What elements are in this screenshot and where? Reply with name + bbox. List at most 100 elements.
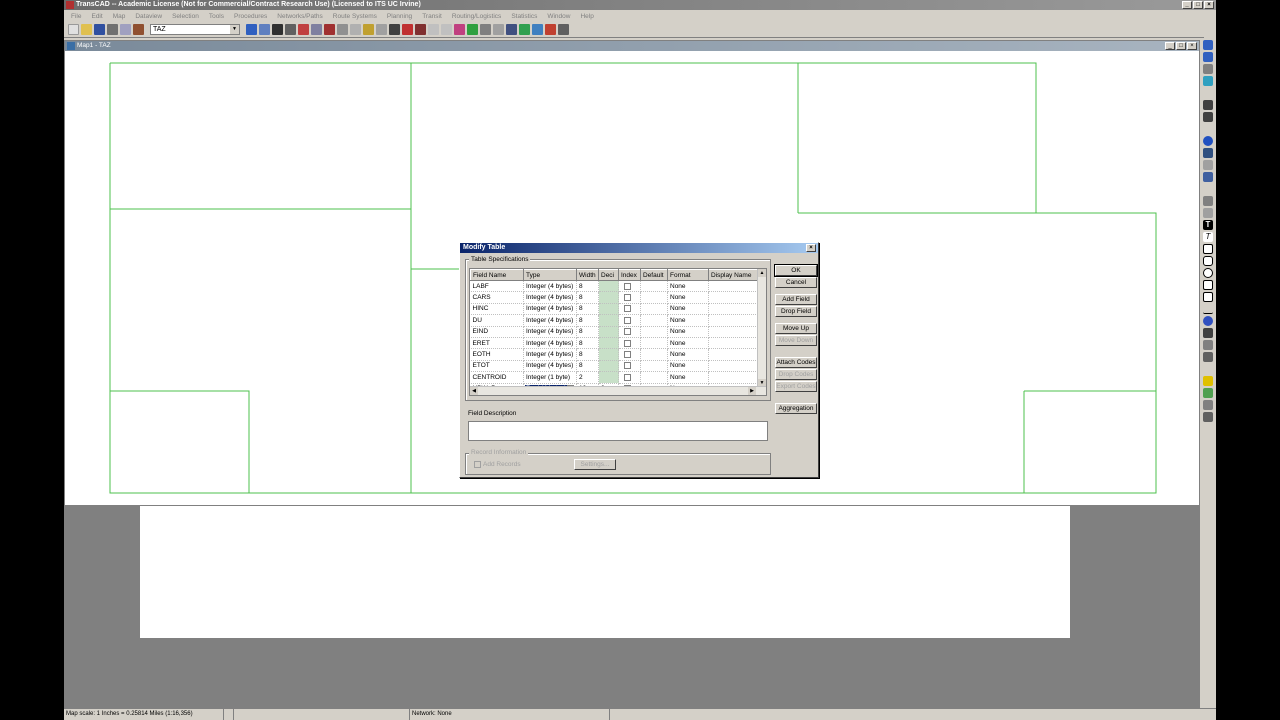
cell-default[interactable] xyxy=(640,280,668,293)
cell-type[interactable]: Integer (4 bytes) xyxy=(523,280,577,293)
layout-icon[interactable] xyxy=(337,24,348,35)
table-row[interactable]: EOTH Integer (4 bytes) 8 None xyxy=(470,348,760,361)
cell-deci[interactable] xyxy=(598,337,619,350)
redo-icon[interactable] xyxy=(441,24,452,35)
zoom-out-icon[interactable] xyxy=(1203,52,1213,62)
menu-selection[interactable]: Selection xyxy=(167,13,204,20)
open-icon[interactable] xyxy=(81,24,92,35)
index-checkbox[interactable] xyxy=(624,305,631,313)
cell-deci[interactable] xyxy=(598,280,619,293)
refresh-icon[interactable] xyxy=(1203,76,1213,86)
table-row[interactable]: CARS Integer (4 bytes) 8 None xyxy=(470,291,760,304)
cell-deci[interactable] xyxy=(598,326,619,338)
cell-format[interactable]: None xyxy=(667,348,709,361)
cell-field-name[interactable]: CARS xyxy=(470,291,524,304)
scale-icon[interactable] xyxy=(1203,112,1213,122)
cell-index[interactable] xyxy=(618,280,641,293)
cell-index[interactable] xyxy=(618,326,641,338)
cell-default[interactable] xyxy=(640,337,668,350)
layer-select[interactable]: TAZ ▼ xyxy=(150,24,240,35)
index-checkbox[interactable] xyxy=(624,362,631,370)
menu-procedures[interactable]: Procedures xyxy=(229,13,272,20)
cell-width[interactable]: 8 xyxy=(576,348,599,361)
cell-width[interactable]: 8 xyxy=(576,360,599,373)
delete-icon[interactable] xyxy=(415,24,426,35)
cell-default[interactable] xyxy=(640,348,668,361)
cell-format[interactable]: None xyxy=(667,280,709,293)
drop-field-button[interactable]: Drop Field xyxy=(775,306,817,317)
index-checkbox[interactable] xyxy=(624,316,631,324)
cell-default[interactable] xyxy=(640,326,668,338)
menu-statistics[interactable]: Statistics xyxy=(506,13,542,20)
cell-width[interactable]: 2 xyxy=(576,371,599,384)
cell-field-name[interactable]: LABF xyxy=(470,280,524,293)
cell-default[interactable] xyxy=(640,371,668,384)
target-icon[interactable] xyxy=(454,24,465,35)
pan-icon[interactable] xyxy=(1203,64,1213,74)
cell-display-name[interactable] xyxy=(708,348,760,361)
col-type[interactable]: Type xyxy=(523,269,577,281)
minimize-icon[interactable]: _ xyxy=(1182,1,1192,9)
cell-format[interactable]: None xyxy=(667,314,709,327)
cell-field-name[interactable]: HINC xyxy=(470,303,524,316)
cell-type[interactable]: Integer (4 bytes) xyxy=(523,291,577,304)
cell-field-name[interactable]: EIND xyxy=(470,326,524,338)
cut-icon[interactable] xyxy=(272,24,283,35)
close-icon[interactable]: × xyxy=(1204,1,1214,9)
cell-index[interactable] xyxy=(618,303,641,316)
cell-deci[interactable] xyxy=(598,360,619,373)
select-layer-icon[interactable] xyxy=(1203,172,1213,182)
move-up-button[interactable]: Move Up xyxy=(775,323,817,334)
attach-codes-button[interactable]: Attach Codes xyxy=(775,357,817,368)
cell-type[interactable]: Integer (4 bytes) xyxy=(523,303,577,316)
index-checkbox[interactable] xyxy=(624,282,631,290)
legend-icon[interactable] xyxy=(1203,388,1213,398)
dataview-icon[interactable] xyxy=(246,24,257,35)
preview-icon[interactable] xyxy=(120,24,131,35)
add-records-checkbox[interactable] xyxy=(474,461,481,468)
menu-map[interactable]: Map xyxy=(108,13,131,20)
cell-type[interactable]: Integer (1 byte) xyxy=(523,371,577,384)
flag-icon[interactable] xyxy=(402,24,413,35)
grid-icon[interactable] xyxy=(311,24,322,35)
cell-index[interactable] xyxy=(618,337,641,350)
menu-networks-paths[interactable]: Networks/Paths xyxy=(272,13,328,20)
save-icon[interactable] xyxy=(94,24,105,35)
cell-deci[interactable] xyxy=(598,303,619,316)
ok-button[interactable]: OK xyxy=(774,264,818,277)
menu-routing-logistics[interactable]: Routing/Logistics xyxy=(447,13,507,20)
cell-index[interactable] xyxy=(618,314,641,327)
scroll-up-icon[interactable]: ▲ xyxy=(758,269,766,277)
cell-display-name[interactable] xyxy=(708,303,760,316)
cell-index[interactable] xyxy=(618,371,641,384)
cancel-button[interactable]: Cancel xyxy=(775,277,817,288)
table-row[interactable]: DU Integer (4 bytes) 8 None xyxy=(470,314,760,327)
index-checkbox[interactable] xyxy=(624,293,631,301)
cell-type[interactable]: Integer (4 bytes) xyxy=(523,360,577,373)
label-icon[interactable] xyxy=(1203,400,1213,410)
menu-window[interactable]: Window xyxy=(542,13,575,20)
line-icon[interactable] xyxy=(1203,304,1213,314)
field-description-input[interactable] xyxy=(468,421,768,441)
cell-deci[interactable] xyxy=(598,291,619,304)
col-deci[interactable]: Deci xyxy=(598,269,619,281)
text-icon[interactable]: T xyxy=(1203,220,1213,230)
index-checkbox[interactable] xyxy=(624,328,631,336)
map-minimize-icon[interactable]: _ xyxy=(1165,42,1175,50)
add-records-option[interactable]: Add Records xyxy=(474,461,521,468)
index-checkbox[interactable] xyxy=(624,373,631,381)
path-icon[interactable] xyxy=(493,24,504,35)
cell-field-name[interactable]: CENTROID xyxy=(470,371,524,384)
table-row[interactable]: CENTROID Integer (1 byte) 2 None xyxy=(470,371,760,384)
cell-format[interactable]: None xyxy=(667,326,709,338)
cell-default[interactable] xyxy=(640,314,668,327)
highlight-icon[interactable] xyxy=(1203,376,1213,386)
cell-width[interactable]: 8 xyxy=(576,314,599,327)
cell-display-name[interactable] xyxy=(708,337,760,350)
cell-width[interactable]: 8 xyxy=(576,303,599,316)
cell-format[interactable]: None xyxy=(667,303,709,316)
cell-type[interactable]: Integer (4 bytes) xyxy=(523,337,577,350)
col-format[interactable]: Format xyxy=(667,269,709,281)
cell-field-name[interactable]: ERET xyxy=(470,337,524,350)
move-down-button[interactable]: Move Down xyxy=(775,335,817,346)
